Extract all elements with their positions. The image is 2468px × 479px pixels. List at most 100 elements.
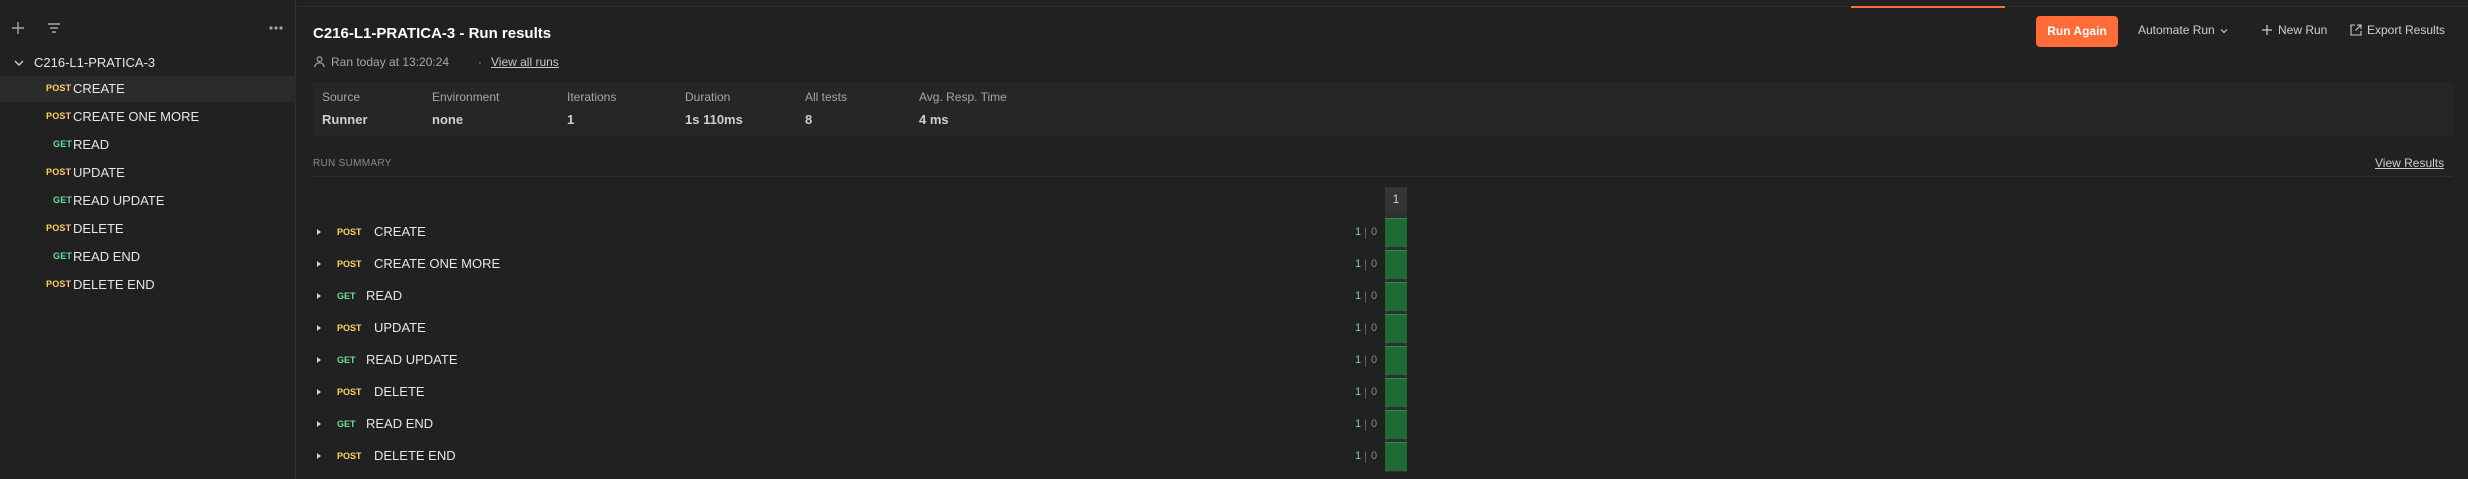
failed-count: 0 xyxy=(1371,258,1378,270)
request-label: READ END xyxy=(366,416,434,431)
request-label: READ END xyxy=(73,249,141,264)
caret-right-icon[interactable] xyxy=(315,292,323,300)
caret-right-icon[interactable] xyxy=(315,420,323,428)
summary-row[interactable]: POST CREATE 1 | 0 xyxy=(313,216,1413,248)
method-badge: GET xyxy=(337,355,356,365)
summary-row[interactable]: POST DELETE 1 | 0 xyxy=(313,376,1413,408)
summary-row[interactable]: GET READ END 1 | 0 xyxy=(313,408,1413,440)
iteration-result-cell[interactable] xyxy=(1385,250,1407,279)
run-results-panel: C216-L1-PRATICA-3 - Run results Ran toda… xyxy=(297,0,2468,479)
stat-value: 4 ms xyxy=(919,112,949,127)
sidebar-request-create-one-more[interactable]: POST CREATE ONE MORE xyxy=(0,104,296,130)
failed-count: 0 xyxy=(1371,354,1378,366)
passed-count: 1 xyxy=(1355,418,1362,430)
summary-row[interactable]: POST UPDATE 1 | 0 xyxy=(313,312,1413,344)
request-label: READ xyxy=(366,288,403,303)
tab-bar-edge xyxy=(297,0,2468,7)
iteration-result-cell[interactable] xyxy=(1385,346,1407,375)
summary-row[interactable]: POST DELETE END 1 | 0 xyxy=(313,440,1413,472)
run-timestamp: Ran today at 13:20:24 xyxy=(331,55,450,69)
sidebar-toolbar xyxy=(0,14,296,42)
passed-count: 1 xyxy=(1355,258,1362,270)
failed-count: 0 xyxy=(1371,290,1378,302)
iteration-result-cell[interactable] xyxy=(1385,282,1407,311)
stat-label: Avg. Resp. Time xyxy=(919,90,1007,104)
collection-item[interactable]: C216-L1-PRATICA-3 xyxy=(0,52,296,74)
sidebar-request-delete[interactable]: POST DELETE xyxy=(0,216,296,242)
failed-count: 0 xyxy=(1371,418,1378,430)
method-badge: POST xyxy=(337,259,362,269)
caret-right-icon[interactable] xyxy=(315,452,323,460)
plus-icon[interactable] xyxy=(8,18,28,38)
automate-run-dropdown[interactable]: Automate Run xyxy=(2138,23,2229,37)
count-separator: | xyxy=(1364,257,1368,271)
view-all-runs-link[interactable]: View all runs xyxy=(491,55,559,69)
sidebar: C216-L1-PRATICA-3 POST CREATE POST CREAT… xyxy=(0,0,296,479)
method-badge: GET xyxy=(53,251,73,261)
chevron-down-icon[interactable] xyxy=(12,56,26,70)
iteration-result-cell[interactable] xyxy=(1385,378,1407,407)
iteration-result-cell[interactable] xyxy=(1385,410,1407,439)
stat-label: Duration xyxy=(685,90,731,104)
request-label: UPDATE xyxy=(73,165,125,180)
iteration-result-cell[interactable] xyxy=(1385,314,1407,343)
sidebar-request-create[interactable]: POST CREATE xyxy=(0,76,296,102)
collection-name: C216-L1-PRATICA-3 xyxy=(34,55,156,70)
summary-row[interactable]: GET READ 1 | 0 xyxy=(313,280,1413,312)
passed-count: 1 xyxy=(1355,354,1362,366)
stat-value: 8 xyxy=(805,112,813,127)
method-badge: POST xyxy=(46,111,72,121)
request-label: CREATE xyxy=(374,224,426,239)
view-results-link[interactable]: View Results xyxy=(2375,156,2444,170)
request-label: DELETE xyxy=(73,221,124,236)
filter-icon[interactable] xyxy=(44,18,64,38)
caret-right-icon[interactable] xyxy=(315,228,323,236)
sidebar-request-update[interactable]: POST UPDATE xyxy=(0,160,296,186)
sidebar-request-delete-end[interactable]: POST DELETE END xyxy=(0,272,296,298)
iteration-result-cell[interactable] xyxy=(1385,442,1407,471)
stat-label: Iterations xyxy=(567,90,617,104)
method-badge: POST xyxy=(337,387,362,397)
stat-label: Environment xyxy=(432,90,500,104)
iteration-result-cell[interactable] xyxy=(1385,218,1407,247)
count-separator: | xyxy=(1364,353,1368,367)
sidebar-request-read-update[interactable]: GET READ UPDATE xyxy=(0,188,296,214)
separator-dot: · xyxy=(478,55,482,69)
export-results-button[interactable]: Export Results xyxy=(2350,23,2445,37)
method-badge: POST xyxy=(46,223,72,233)
plus-icon xyxy=(2262,25,2272,35)
run-again-button[interactable]: Run Again xyxy=(2036,16,2118,47)
passed-count: 1 xyxy=(1355,450,1362,462)
method-badge: POST xyxy=(337,227,362,237)
caret-right-icon[interactable] xyxy=(315,356,323,364)
caret-right-icon[interactable] xyxy=(315,388,323,396)
user-icon xyxy=(314,56,325,68)
method-badge: POST xyxy=(46,279,72,289)
sidebar-request-read[interactable]: GET READ xyxy=(0,132,296,158)
passed-count: 1 xyxy=(1355,290,1362,302)
divider xyxy=(313,176,2453,177)
request-label: DELETE END xyxy=(374,448,456,463)
count-separator: | xyxy=(1364,321,1368,335)
failed-count: 0 xyxy=(1371,386,1378,398)
new-run-button[interactable]: New Run xyxy=(2261,23,2327,37)
iteration-header: 1 xyxy=(1385,187,1407,211)
caret-right-icon[interactable] xyxy=(315,324,323,332)
method-badge: POST xyxy=(46,167,72,177)
passed-count: 1 xyxy=(1355,386,1362,398)
summary-row[interactable]: POST CREATE ONE MORE 1 | 0 xyxy=(313,248,1413,280)
run-stats: Source Runner Environment none Iteration… xyxy=(313,82,2453,137)
request-label: DELETE xyxy=(374,384,425,399)
active-tab-indicator xyxy=(1851,6,2005,8)
more-icon[interactable] xyxy=(266,18,286,38)
stat-value: 1 xyxy=(567,112,575,127)
method-badge: GET xyxy=(53,195,73,205)
caret-right-icon[interactable] xyxy=(315,260,323,268)
count-separator: | xyxy=(1364,449,1368,463)
summary-row[interactable]: GET READ UPDATE 1 | 0 xyxy=(313,344,1413,376)
method-badge: GET xyxy=(337,291,356,301)
export-results-label: Export Results xyxy=(2367,23,2446,37)
count-separator: | xyxy=(1364,225,1368,239)
request-label: CREATE ONE MORE xyxy=(73,109,200,124)
sidebar-request-read-end[interactable]: GET READ END xyxy=(0,244,296,270)
